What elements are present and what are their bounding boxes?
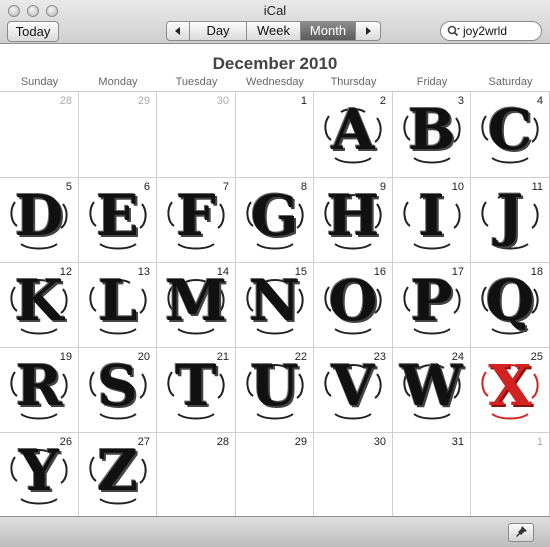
- month-title: December 2010: [212, 54, 338, 73]
- ornamental-letter-p: P: [410, 268, 453, 334]
- ornamental-letter-m: M: [165, 268, 227, 334]
- ornamental-letter-e: E: [96, 183, 139, 249]
- day-cell[interactable]: 9H: [314, 178, 393, 263]
- ornamental-letter-y: Y: [19, 438, 59, 504]
- day-cell[interactable]: 7F: [157, 178, 236, 263]
- day-cell[interactable]: 14 M: [157, 263, 236, 348]
- day-cell[interactable]: 26 Y: [0, 433, 79, 517]
- month-grid: 28 29 30 1 2 A 3 B 4 C 5 D 6 E 7 F 8 G 9 H 10 I 11 J 12 K 13 L 14 M 15…: [0, 91, 550, 517]
- day-number: 29: [294, 436, 307, 448]
- day-cell[interactable]: 30: [157, 92, 236, 178]
- ornamental-letter-g: G: [250, 183, 299, 249]
- day-number: 30: [373, 436, 386, 448]
- search-input[interactable]: joy2wrld: [463, 24, 507, 38]
- day-cell[interactable]: 19 R: [0, 348, 79, 433]
- title-bar: iCal Today Day Week Month joy2wrld: [0, 0, 550, 44]
- weekday-label: Tuesday: [175, 76, 218, 88]
- day-number: 31: [451, 436, 464, 448]
- ornamental-letter-s: S: [97, 353, 138, 419]
- day-cell[interactable]: 20 S: [79, 348, 157, 433]
- day-number: 29: [137, 95, 150, 107]
- ornamental-letter-o: O: [328, 268, 378, 334]
- day-cell[interactable]: 12 K: [0, 263, 79, 348]
- day-cell[interactable]: 17 P: [393, 263, 471, 348]
- ornamental-letter-z: Z: [97, 438, 138, 504]
- weekday-label: Friday: [416, 76, 448, 88]
- next-button[interactable]: [355, 21, 381, 41]
- search-field[interactable]: joy2wrld: [440, 21, 542, 41]
- tab-month[interactable]: Month: [300, 21, 356, 41]
- ornamental-letter-n: N: [248, 268, 301, 334]
- day-cell[interactable]: 13 L: [79, 263, 157, 348]
- day-cell[interactable]: 31: [393, 433, 471, 517]
- tab-day[interactable]: Day: [189, 21, 247, 41]
- day-cell[interactable]: 21 T: [157, 348, 236, 433]
- ornamental-letter-a: A: [331, 97, 375, 163]
- ornamental-letter-f: F: [176, 183, 216, 249]
- day-cell[interactable]: 18 Q: [471, 263, 550, 348]
- window-title: iCal: [263, 3, 287, 18]
- ornamental-letter-w: W: [400, 353, 463, 419]
- ornamental-letter-j: J: [496, 183, 524, 249]
- day-cell[interactable]: 28: [0, 92, 79, 178]
- pin-button[interactable]: [508, 523, 534, 542]
- day-cell[interactable]: 25 X: [471, 348, 550, 433]
- weekday-label: Wednesday: [246, 76, 304, 88]
- ornamental-letter-r: R: [15, 353, 63, 419]
- ornamental-letter-h: H: [326, 183, 380, 249]
- ornamental-letter-v: V: [331, 353, 375, 419]
- day-cell[interactable]: 4C: [471, 92, 550, 178]
- day-cell[interactable]: 3B: [393, 92, 471, 178]
- day-cell[interactable]: 6E: [79, 178, 157, 263]
- day-number: 1: [300, 95, 307, 107]
- weekday-label: Thursday: [330, 76, 377, 88]
- triangle-left-icon: [175, 27, 180, 35]
- day-cell[interactable]: 29: [79, 92, 157, 178]
- ornamental-letter-t: T: [175, 353, 217, 419]
- day-cell[interactable]: 24 W: [393, 348, 471, 433]
- day-cell[interactable]: 22 U: [236, 348, 314, 433]
- today-button[interactable]: Today: [7, 21, 59, 42]
- ornamental-letter-x: X: [488, 353, 532, 419]
- ornamental-letter-b: B: [407, 97, 456, 163]
- ornamental-letter-l: L: [97, 268, 138, 334]
- pushpin-icon: [516, 526, 527, 537]
- day-cell[interactable]: 1: [471, 433, 550, 517]
- day-number: 28: [216, 436, 229, 448]
- ornamental-letter-c: C: [487, 97, 533, 163]
- day-number: 30: [216, 95, 229, 107]
- day-cell[interactable]: 16 O: [314, 263, 393, 348]
- day-cell[interactable]: 5D: [0, 178, 79, 263]
- day-cell[interactable]: 8G: [236, 178, 314, 263]
- day-number: 28: [59, 95, 72, 107]
- day-number: 1: [536, 436, 543, 448]
- day-cell[interactable]: 15 N: [236, 263, 314, 348]
- ornamental-letter-k: K: [14, 268, 64, 334]
- ornamental-letter-i: I: [418, 183, 445, 249]
- day-cell[interactable]: 27 Z: [79, 433, 157, 517]
- weekday-label: Sunday: [20, 76, 59, 88]
- day-cell[interactable]: 29: [236, 433, 314, 517]
- day-cell[interactable]: 23 V: [314, 348, 393, 433]
- day-cell[interactable]: 30: [314, 433, 393, 517]
- tab-week[interactable]: Week: [246, 21, 301, 41]
- previous-button[interactable]: [166, 21, 190, 41]
- day-cell[interactable]: 10 I: [393, 178, 471, 263]
- ical-window: iCal Today Day Week Month joy2wrld Decem…: [0, 0, 550, 547]
- weekday-label: Saturday: [488, 76, 533, 88]
- weekday-label: Monday: [98, 76, 138, 88]
- day-cell[interactable]: 1: [236, 92, 314, 178]
- ornamental-letter-u: U: [250, 353, 299, 419]
- day-cell[interactable]: 28: [157, 433, 236, 517]
- ornamental-letter-d: D: [14, 183, 64, 249]
- ornamental-letter-q: Q: [485, 268, 535, 334]
- bottom-bar: [0, 516, 550, 547]
- triangle-right-icon: [366, 27, 371, 35]
- magnifier-icon: [447, 25, 460, 37]
- day-cell[interactable]: 2A: [314, 92, 393, 178]
- day-cell[interactable]: 11 J: [471, 178, 550, 263]
